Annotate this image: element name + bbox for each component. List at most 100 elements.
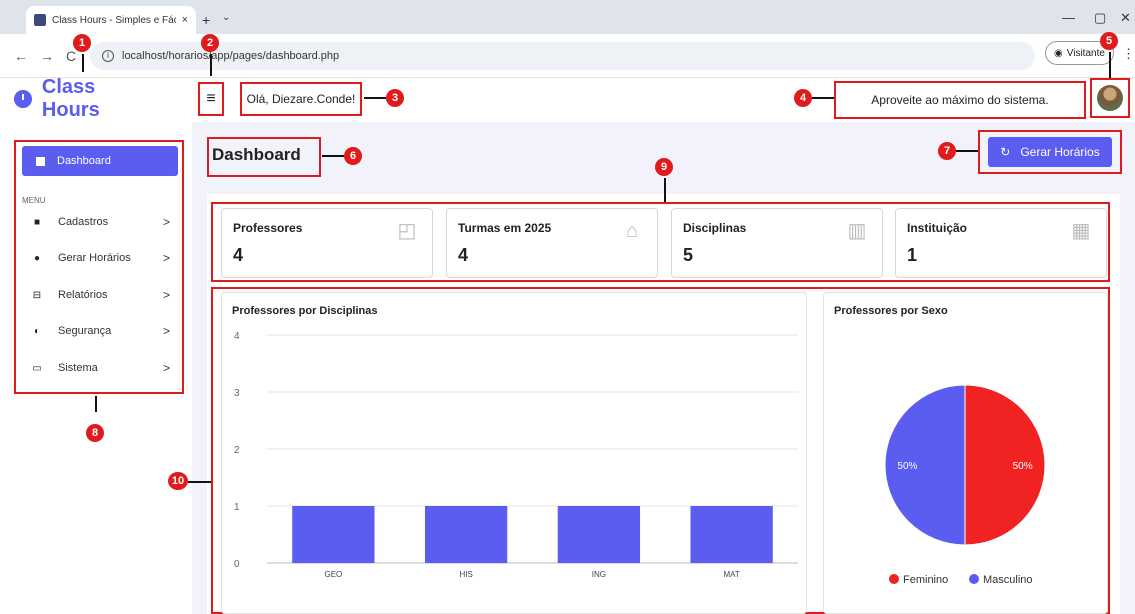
menu-heading: MENU <box>22 196 46 205</box>
sidebar-item-relatorios[interactable]: ⊟ Relatórios > <box>22 283 178 307</box>
sidebar-item-sistema[interactable]: ▭ Sistema > <box>22 356 178 380</box>
brand-logo[interactable]: Class Hours <box>14 76 158 121</box>
annotation-arrow <box>1109 52 1111 78</box>
restore-icon[interactable]: ▢ <box>1094 10 1106 26</box>
sidebar-item-seguranca[interactable]: ◐ Segurança > <box>22 319 178 343</box>
stat-label: Instituição <box>907 221 968 235</box>
teacher-icon: ◰ <box>397 220 417 242</box>
annotation-badge: 5 <box>1100 32 1118 50</box>
sidebar-item-label: Cadastros <box>58 216 109 228</box>
annotation-arrow <box>956 150 978 152</box>
sidebar-item-label: Gerar Horários <box>58 252 131 264</box>
sidebar: Dashboard MENU ■ Cadastros > ● Gerar Hor… <box>14 140 184 394</box>
pie-chart-card: Professores por Sexo 50% 50% Feminino Mascu… <box>823 292 1108 614</box>
folder-icon: ■ <box>33 216 41 228</box>
annotation-badge: 7 <box>938 142 956 160</box>
clock-icon <box>14 90 32 108</box>
profile-label: Visitante <box>1066 47 1105 59</box>
slice-label: 50% <box>897 461 917 472</box>
annotation-arrow <box>322 155 344 157</box>
chevron-right-icon: > <box>162 251 170 265</box>
menu-toggle-button[interactable]: ≡ <box>198 82 224 116</box>
annotation-arrow <box>812 97 834 99</box>
bar-chart: 0 1 2 3 4 GEO HIS ING MAT <box>234 331 798 579</box>
y-tick-label: 2 <box>234 445 240 456</box>
slice-label: 50% <box>1013 461 1033 472</box>
annotation-arrow <box>364 97 386 99</box>
sidebar-item-gerar-horarios[interactable]: ● Gerar Horários > <box>22 246 178 270</box>
new-tab-icon[interactable]: + <box>202 12 210 28</box>
stat-card-instituicao: Instituição 1 ▦ <box>895 208 1107 278</box>
address-bar: ← → C i localhost/horarios/app/pages/das… <box>0 34 1135 78</box>
laptop-icon: ▭ <box>32 362 42 374</box>
chevron-right-icon: > <box>162 288 170 302</box>
sidebar-item-label: Sistema <box>58 362 98 374</box>
dashboard-icon <box>36 156 45 166</box>
shield-icon: ◐ <box>33 325 41 337</box>
school-icon: ⌂ <box>625 220 639 242</box>
reload-icon[interactable]: C <box>66 48 76 64</box>
site-info-icon[interactable]: i <box>102 50 114 62</box>
stat-label: Disciplinas <box>683 221 747 235</box>
annotation-arrow <box>188 481 211 483</box>
annotation-arrow <box>664 178 666 202</box>
chevron-right-icon: > <box>162 215 170 229</box>
x-tick-label: ING <box>592 570 606 579</box>
browser-menu-icon[interactable]: ⋮ <box>1122 46 1135 62</box>
y-tick-label: 3 <box>234 388 240 399</box>
profile-icon: ◉ <box>1054 47 1063 59</box>
sidebar-item-dashboard[interactable]: Dashboard <box>22 146 178 176</box>
annotation-arrow <box>95 396 97 412</box>
x-tick-label: HIS <box>459 570 472 579</box>
stat-value: 1 <box>907 245 918 265</box>
stat-value: 4 <box>458 245 469 265</box>
book-icon: ▥ <box>847 220 867 242</box>
url-text: localhost/horarios/app/pages/dashboard.p… <box>122 50 340 62</box>
sidebar-item-cadastros[interactable]: ■ Cadastros > <box>22 210 178 234</box>
stat-card-disciplinas: Disciplinas 5 ▥ <box>671 208 883 278</box>
generate-schedule-button[interactable]: ↻ Gerar Horários <box>988 137 1112 167</box>
browser-tab-bar: Class Hours - Simples e Fácil de × + ⌄ —… <box>0 0 1135 34</box>
tab-search-icon[interactable]: ⌄ <box>222 12 230 23</box>
browser-tab[interactable]: Class Hours - Simples e Fácil de × <box>26 6 196 34</box>
chevron-right-icon: > <box>162 324 170 338</box>
sidebar-item-label: Dashboard <box>57 155 111 167</box>
clock-icon: ● <box>33 252 41 264</box>
url-field[interactable]: i localhost/horarios/app/pages/dashboard… <box>90 42 1035 70</box>
close-window-icon[interactable]: ✕ <box>1120 10 1131 26</box>
generate-button-label: Gerar Horários <box>1020 145 1100 159</box>
bar <box>690 506 773 563</box>
tab-title: Class Hours - Simples e Fácil de <box>52 14 176 26</box>
annotation-badge: 3 <box>386 89 404 107</box>
tab-close-icon[interactable]: × <box>182 14 188 26</box>
annotation-badge: 9 <box>655 158 673 176</box>
x-tick-label: MAT <box>723 570 739 579</box>
stat-value: 4 <box>233 245 244 265</box>
sidebar-item-label: Segurança <box>58 325 112 337</box>
avatar <box>1097 85 1123 111</box>
y-tick-label: 0 <box>234 559 240 570</box>
brand-name: Class Hours <box>41 76 100 121</box>
stat-label: Turmas em 2025 <box>458 221 552 235</box>
back-icon[interactable]: ← <box>14 48 28 64</box>
calendar-icon <box>34 14 46 26</box>
stat-card-turmas: Turmas em 2025 4 ⌂ <box>446 208 658 278</box>
forward-icon[interactable]: → <box>40 48 54 64</box>
legend-marker <box>889 574 899 584</box>
refresh-icon: ↻ <box>1000 145 1011 159</box>
generate-button-area: ↻ Gerar Horários <box>978 130 1122 174</box>
stat-card-professores: Professores 4 ◰ <box>221 208 433 278</box>
bar <box>292 506 375 563</box>
printer-icon: ⊟ <box>32 289 42 301</box>
greeting-text: Olá, Diezare.Conde! <box>240 82 362 116</box>
y-tick-label: 1 <box>234 502 240 513</box>
sidebar-item-label: Relatórios <box>58 289 108 301</box>
pie-chart: 50% 50% Feminino Masculino <box>884 384 1046 586</box>
stat-label: Professores <box>233 221 303 235</box>
annotation-badge: 8 <box>86 424 104 442</box>
minimize-icon[interactable]: — <box>1062 10 1075 25</box>
annotation-badge: 6 <box>344 147 362 165</box>
chevron-right-icon: > <box>162 361 170 375</box>
user-avatar-button[interactable] <box>1090 78 1130 118</box>
annotation-arrow <box>210 54 212 76</box>
